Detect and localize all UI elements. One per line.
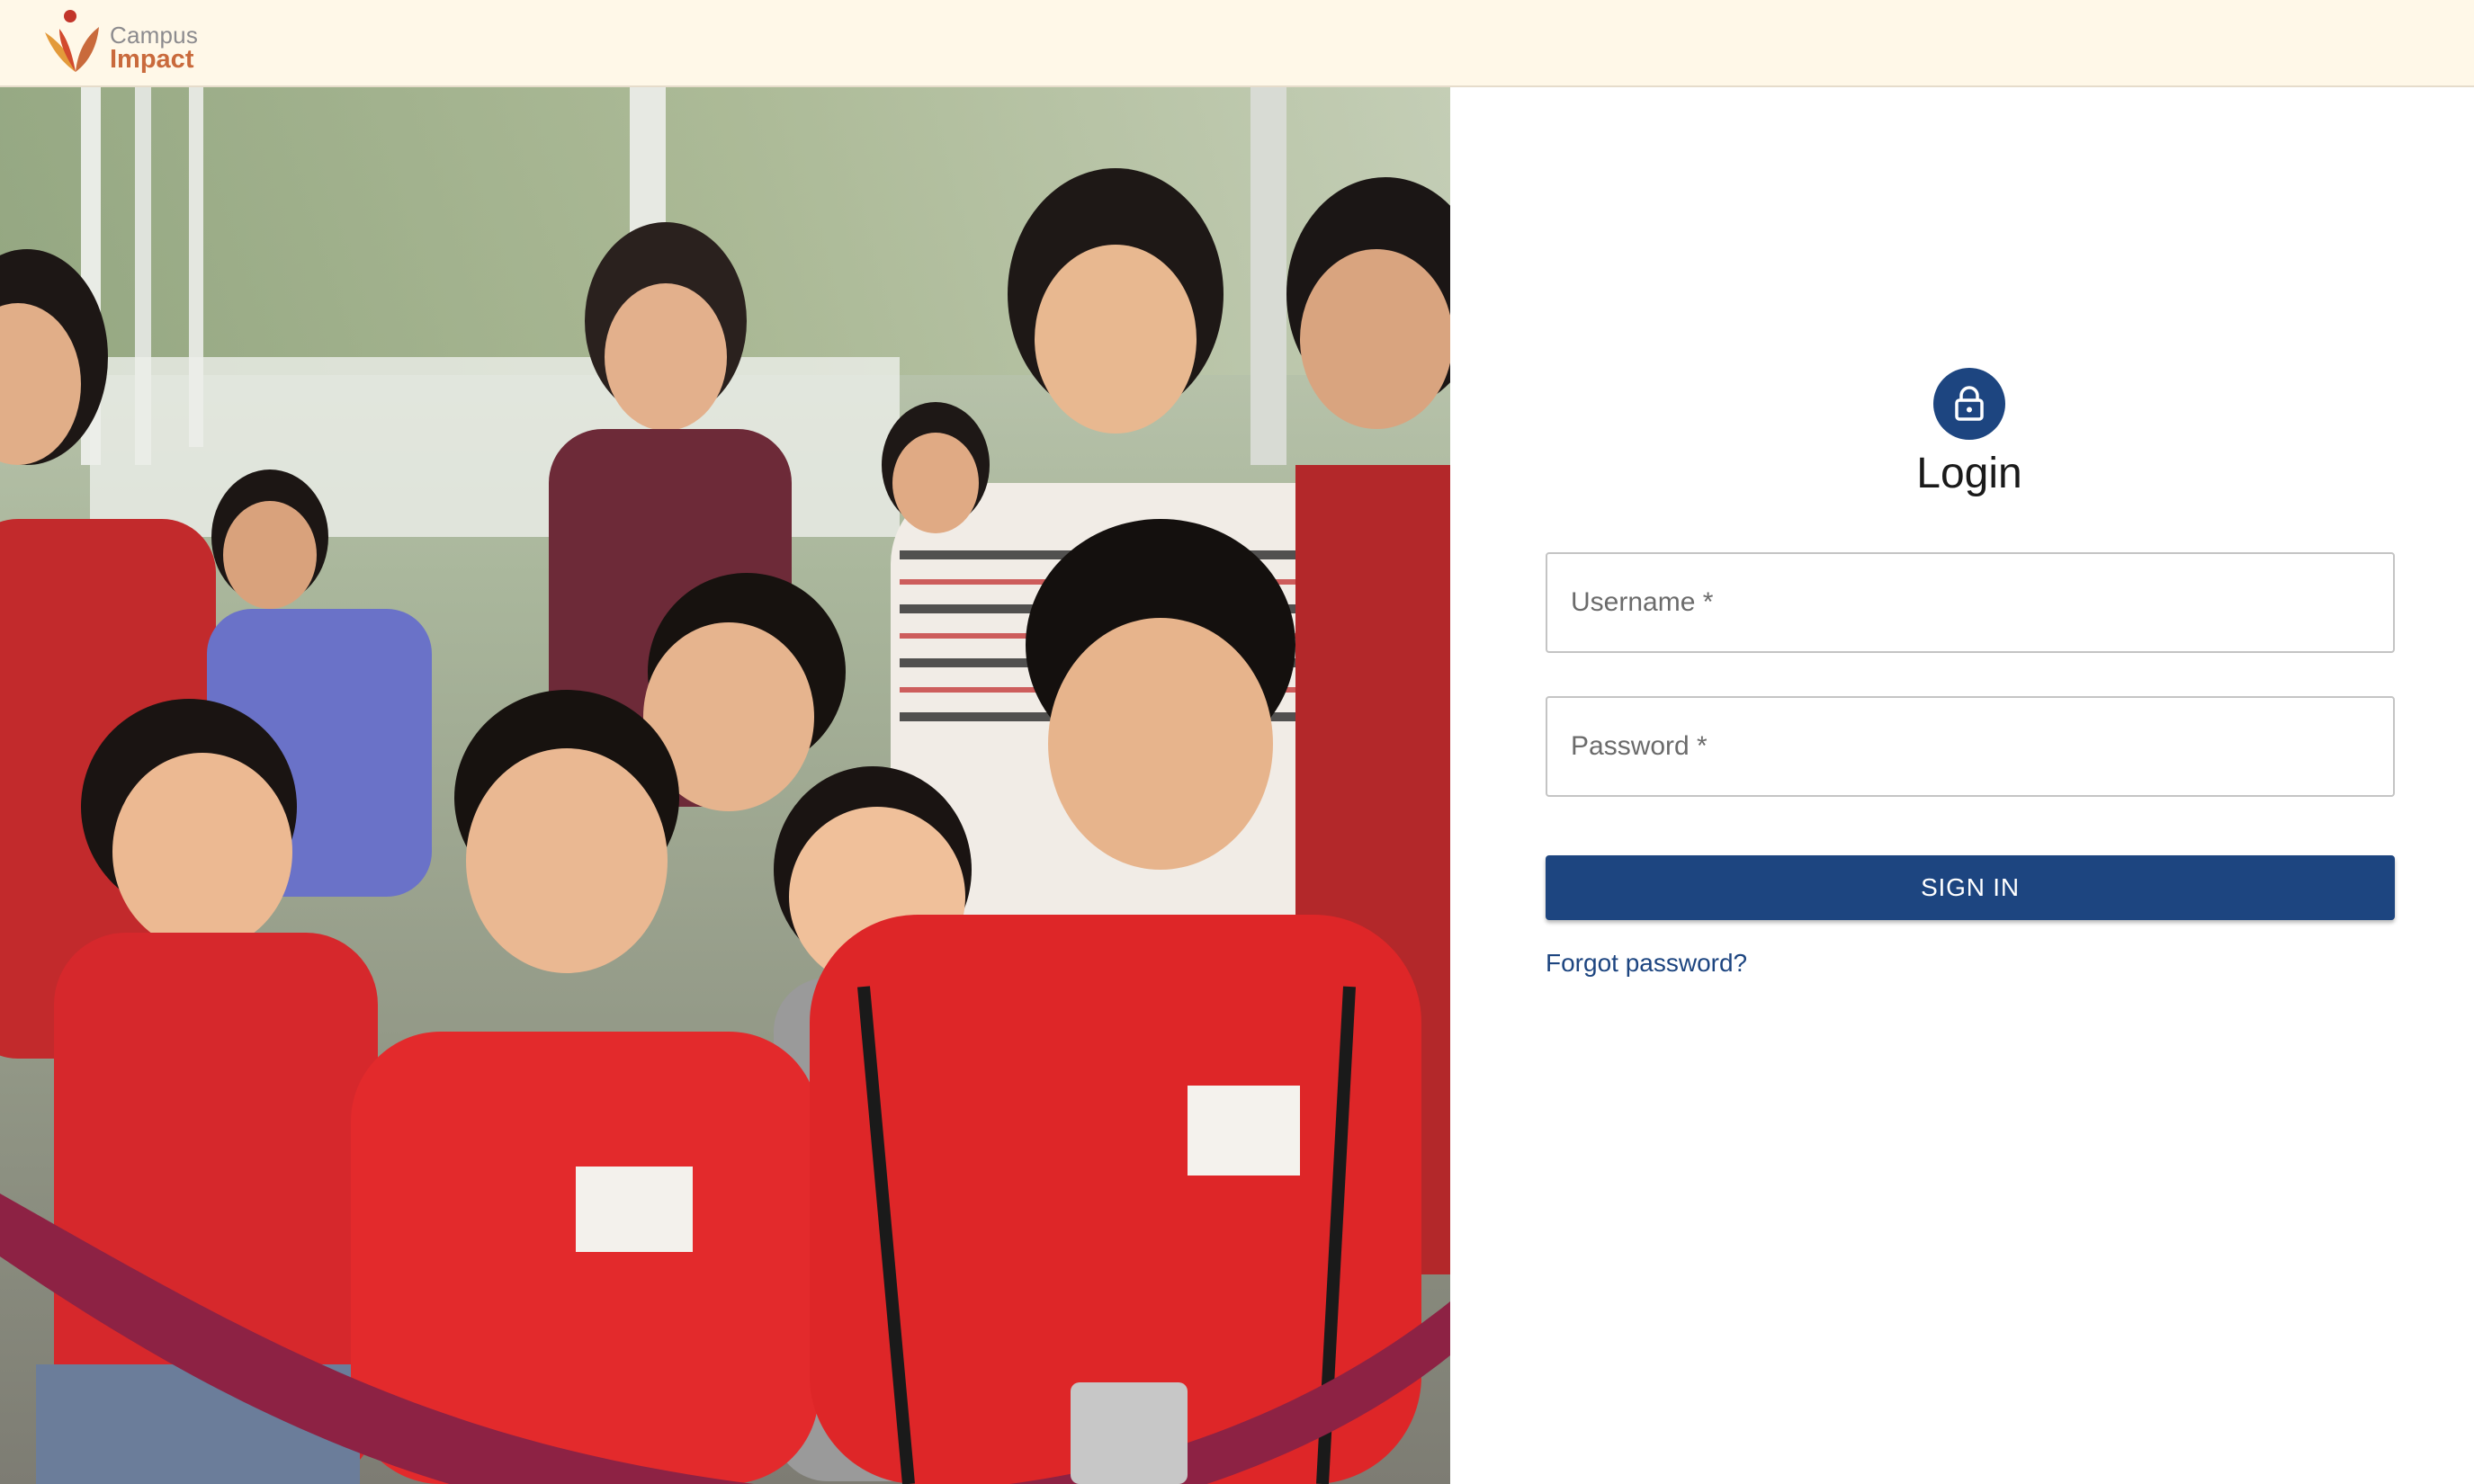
sign-in-button[interactable]: SIGN IN	[1546, 855, 2395, 920]
login-title: Login	[1916, 450, 2022, 497]
lock-avatar	[1933, 368, 2005, 440]
username-field[interactable]	[1546, 552, 2395, 653]
forgot-password-link[interactable]: Forgot password?	[1546, 949, 1747, 978]
app-header: Campus Impact	[0, 0, 2474, 87]
logo-text-impact: Impact	[110, 45, 194, 74]
campus-impact-logo[interactable]: Campus Impact	[40, 7, 220, 79]
hero-photo-illustration	[0, 87, 1450, 1484]
login-panel: Login SIGN IN Forgot password?	[1450, 87, 2474, 1484]
hero-photo	[0, 87, 1450, 1484]
password-input[interactable]	[1547, 698, 2393, 795]
campus-impact-logo-icon	[45, 10, 99, 72]
lock-icon	[1955, 386, 1984, 421]
username-input[interactable]	[1547, 554, 2393, 651]
password-field[interactable]	[1546, 696, 2395, 797]
